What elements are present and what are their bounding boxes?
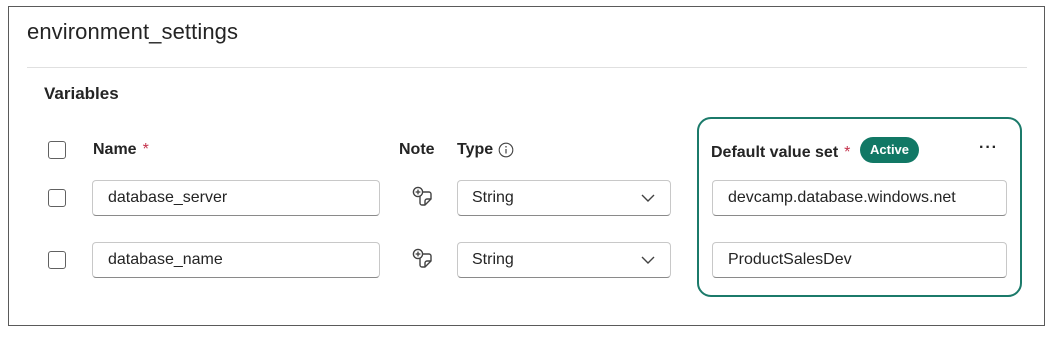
select-all-checkbox[interactable] <box>48 141 66 159</box>
environment-settings-panel: environment_settings Variables Name * Not… <box>8 6 1045 326</box>
column-header-default-value-set: Default value set * <box>711 144 850 162</box>
type-select-database-name[interactable]: String <box>457 242 671 278</box>
active-status-badge: Active <box>860 137 920 163</box>
note-add-icon[interactable] <box>412 186 434 208</box>
column-header-name-label: Name <box>93 141 137 158</box>
column-header-type-label: Type <box>457 141 494 158</box>
info-icon[interactable] <box>498 142 514 158</box>
column-header-note: Note <box>399 141 435 158</box>
more-options-button[interactable]: ··· <box>979 139 998 157</box>
required-marker: * <box>844 144 851 161</box>
page-title: environment_settings <box>27 19 239 44</box>
type-select-value: String <box>472 251 514 268</box>
column-header-default-value-set-label: Default value set <box>711 144 839 161</box>
type-select-value: String <box>472 189 514 206</box>
chevron-down-icon <box>641 194 655 202</box>
default-value-input-database-name[interactable]: ProductSalesDev <box>712 242 1007 278</box>
column-header-type: Type <box>457 141 514 159</box>
required-marker: * <box>142 141 149 158</box>
variable-name-input-database-server[interactable]: database_server <box>92 180 380 216</box>
row-checkbox-database-name[interactable] <box>48 251 66 269</box>
note-add-icon[interactable] <box>412 248 434 270</box>
type-select-database-server[interactable]: String <box>457 180 671 216</box>
title-divider <box>27 67 1027 68</box>
default-value-input-database-server[interactable]: devcamp.database.windows.net <box>712 180 1007 216</box>
row-checkbox-database-server[interactable] <box>48 189 66 207</box>
section-title-variables: Variables <box>44 84 119 103</box>
column-header-name: Name * <box>93 141 149 159</box>
chevron-down-icon <box>641 256 655 264</box>
variable-name-input-database-name[interactable]: database_name <box>92 242 380 278</box>
